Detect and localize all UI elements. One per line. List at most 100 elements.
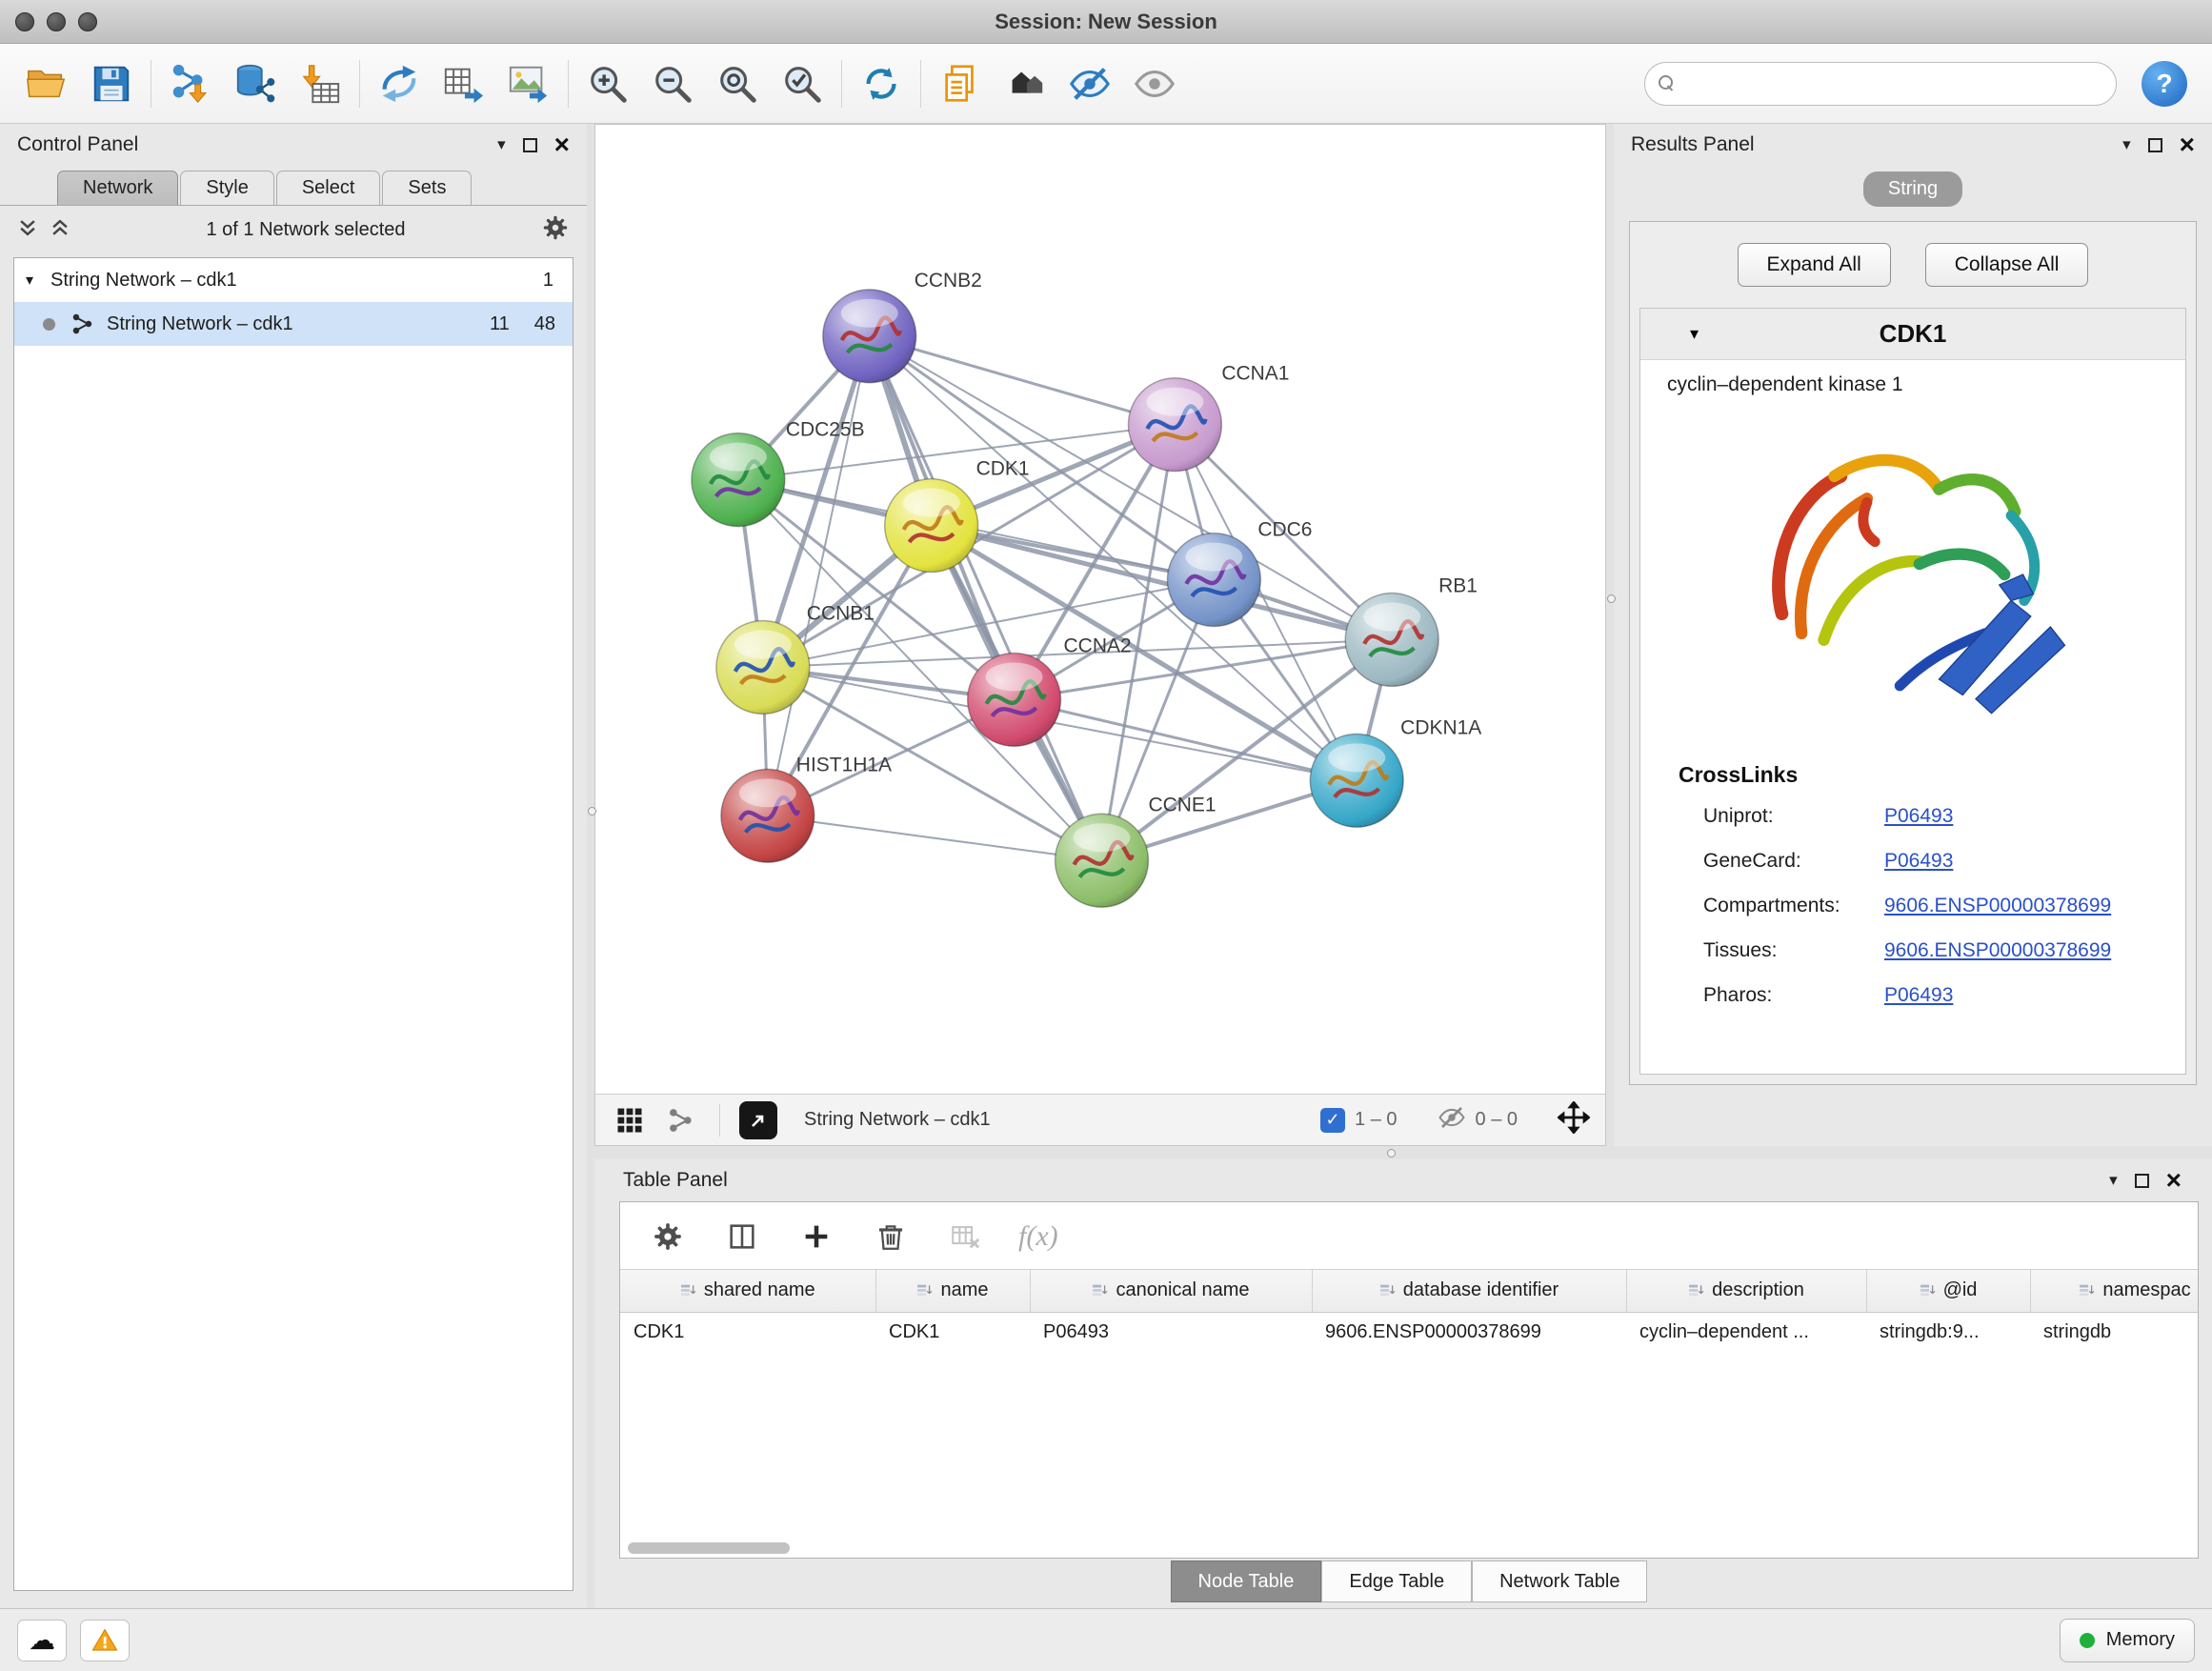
network-edge[interactable] [1015, 699, 1357, 780]
export-image-button[interactable] [501, 56, 556, 111]
show-columns-icon[interactable] [721, 1216, 763, 1258]
help-button[interactable]: ? [2142, 61, 2187, 107]
zoom-in-button[interactable] [580, 56, 635, 111]
table-close-icon[interactable]: × [2166, 1167, 2182, 1194]
table-splitter[interactable] [594, 1146, 2212, 1159]
add-column-icon[interactable] [795, 1216, 837, 1258]
column-header-canonical-name[interactable]: canonical name [1030, 1270, 1312, 1312]
table-hscrollbar-thumb[interactable] [628, 1542, 790, 1554]
crosslink-link[interactable]: 9606.ENSP00000378699 [1884, 895, 2111, 917]
network-node-CDKN1A[interactable]: CDKN1A [1310, 716, 1481, 827]
column-header-shared-name[interactable]: shared name [620, 1270, 875, 1312]
open-session-button[interactable] [19, 56, 74, 111]
column-header-description[interactable]: description [1626, 1270, 1866, 1312]
expand-all-button[interactable]: Expand All [1738, 243, 1891, 287]
column-header--id[interactable]: @id [1866, 1270, 2030, 1312]
column-header-database-identifier[interactable]: database identifier [1312, 1270, 1626, 1312]
network-node-RB1[interactable]: RB1 [1345, 575, 1478, 687]
zoom-fit-button[interactable] [710, 56, 765, 111]
collapse-all-trees-icon[interactable] [17, 217, 38, 243]
home-button[interactable] [997, 56, 1053, 111]
table-collapse-icon[interactable]: ▾ [2109, 1171, 2118, 1190]
tab-node-table[interactable]: Node Table [1171, 1560, 1322, 1602]
tab-network-table[interactable]: Network Table [1472, 1560, 1647, 1602]
crosslink-link[interactable]: P06493 [1884, 984, 1953, 1007]
network-node-CDK1[interactable]: CDK1 [885, 458, 1030, 573]
network-node-CDC6[interactable]: CDC6 [1167, 519, 1312, 627]
crosslink-row: GeneCard:P06493 [1640, 838, 2185, 883]
close-panel-icon[interactable]: × [554, 131, 570, 158]
import-network-from-database-button[interactable] [228, 56, 283, 111]
network-node-CCNA1[interactable]: CCNA1 [1128, 363, 1289, 472]
memory-label: Memory [2106, 1629, 2175, 1651]
results-close-icon[interactable]: × [2180, 131, 2195, 158]
show-all-button[interactable] [1127, 56, 1182, 111]
apply-layout-button[interactable] [854, 56, 909, 111]
crosslink-row: Compartments:9606.ENSP00000378699 [1640, 883, 2185, 928]
table-settings-gear-icon[interactable] [647, 1216, 689, 1258]
delete-column-trash-icon[interactable] [870, 1216, 912, 1258]
network-canvas[interactable]: CCNB2CCNA1CDC25BCDK1CDC6RB1CCNB1CCNA2CDK… [595, 125, 1605, 1094]
grid-view-icon[interactable] [611, 1101, 649, 1139]
network-edge[interactable] [768, 336, 870, 816]
new-network-from-selection-button[interactable] [372, 56, 427, 111]
tab-edge-table[interactable]: Edge Table [1321, 1560, 1472, 1602]
hide-selected-button[interactable] [1062, 56, 1117, 111]
network-collection-row[interactable]: ▾ String Network – cdk1 1 [14, 258, 573, 302]
column-header-namespac[interactable]: namespac [2030, 1270, 2198, 1312]
network-row-label: String Network – cdk1 [107, 313, 293, 335]
import-network-from-file-button[interactable] [163, 56, 218, 111]
copy-document-button[interactable] [933, 56, 988, 111]
import-table-button[interactable] [292, 56, 348, 111]
network-node-CCNB2[interactable]: CCNB2 [823, 270, 982, 383]
zoom-out-button[interactable] [645, 56, 700, 111]
crosslink-link[interactable]: P06493 [1884, 850, 1953, 873]
expand-all-trees-icon[interactable] [50, 217, 70, 243]
protein-disclosure-icon[interactable]: ▾ [1690, 324, 1699, 344]
zoom-selected-button[interactable] [774, 56, 830, 111]
selected-checkbox-icon[interactable]: ✓ [1320, 1108, 1345, 1133]
tab-network[interactable]: Network [57, 171, 178, 205]
tree-disclosure-icon[interactable]: ▾ [26, 271, 50, 290]
string-tab-badge[interactable]: String [1863, 171, 1962, 207]
table-float-icon[interactable] [2135, 1174, 2149, 1188]
warning-status-icon[interactable] [80, 1620, 130, 1661]
search-input[interactable] [1682, 72, 2102, 94]
network-edge[interactable] [870, 336, 1176, 425]
memory-button[interactable]: Memory [2060, 1619, 2195, 1662]
tab-select[interactable]: Select [276, 171, 381, 205]
tab-sets[interactable]: Sets [382, 171, 472, 205]
export-network-button[interactable] [436, 56, 492, 111]
table-row[interactable]: CDK1CDK1P064939606.ENSP00000378699cyclin… [620, 1312, 2198, 1352]
node-label-CCNA2: CCNA2 [1064, 634, 1132, 656]
birdseye-navigator-button[interactable] [739, 1101, 777, 1139]
network-node-HIST1H1A[interactable]: HIST1H1A [721, 754, 892, 862]
network-edge[interactable] [870, 336, 1102, 860]
right-splitter[interactable] [1606, 124, 1614, 1146]
fit-content-crosshair-icon[interactable] [1558, 1101, 1590, 1139]
current-network-bullet [43, 318, 55, 331]
results-collapse-icon[interactable]: ▾ [2122, 135, 2131, 154]
column-header-name[interactable]: name [875, 1270, 1030, 1312]
float-panel-icon[interactable] [523, 138, 537, 152]
collapse-all-button[interactable]: Collapse All [1925, 243, 2089, 287]
network-options-gear-icon[interactable] [541, 213, 570, 247]
crosslink-link[interactable]: 9606.ENSP00000378699 [1884, 939, 2111, 962]
crosslink-link[interactable]: P06493 [1884, 805, 1953, 828]
results-float-icon[interactable] [2148, 138, 2162, 152]
network-node-CCNB1[interactable]: CCNB1 [716, 602, 875, 714]
network-share-icon[interactable] [662, 1101, 700, 1139]
collapse-panel-icon[interactable]: ▾ [497, 135, 506, 154]
cloud-status-icon[interactable]: ☁ [17, 1620, 67, 1661]
table-hscrollbar[interactable] [620, 1539, 2198, 1558]
application-window: Session: New Session ? Control Panel ▾ ×… [0, 0, 2212, 1671]
network-title: String Network – cdk1 [804, 1109, 991, 1131]
node-label-CDK1: CDK1 [976, 458, 1030, 480]
left-splitter[interactable] [587, 124, 594, 1608]
network-row-selected[interactable]: String Network – cdk1 11 48 [14, 302, 573, 346]
network-edge[interactable] [768, 815, 1102, 860]
save-session-button[interactable] [84, 56, 139, 111]
node-table[interactable]: shared namenamecanonical namedatabase id… [620, 1269, 2198, 1539]
protein-section-header[interactable]: ▾ CDK1 [1640, 309, 2185, 360]
tab-style[interactable]: Style [180, 171, 273, 205]
